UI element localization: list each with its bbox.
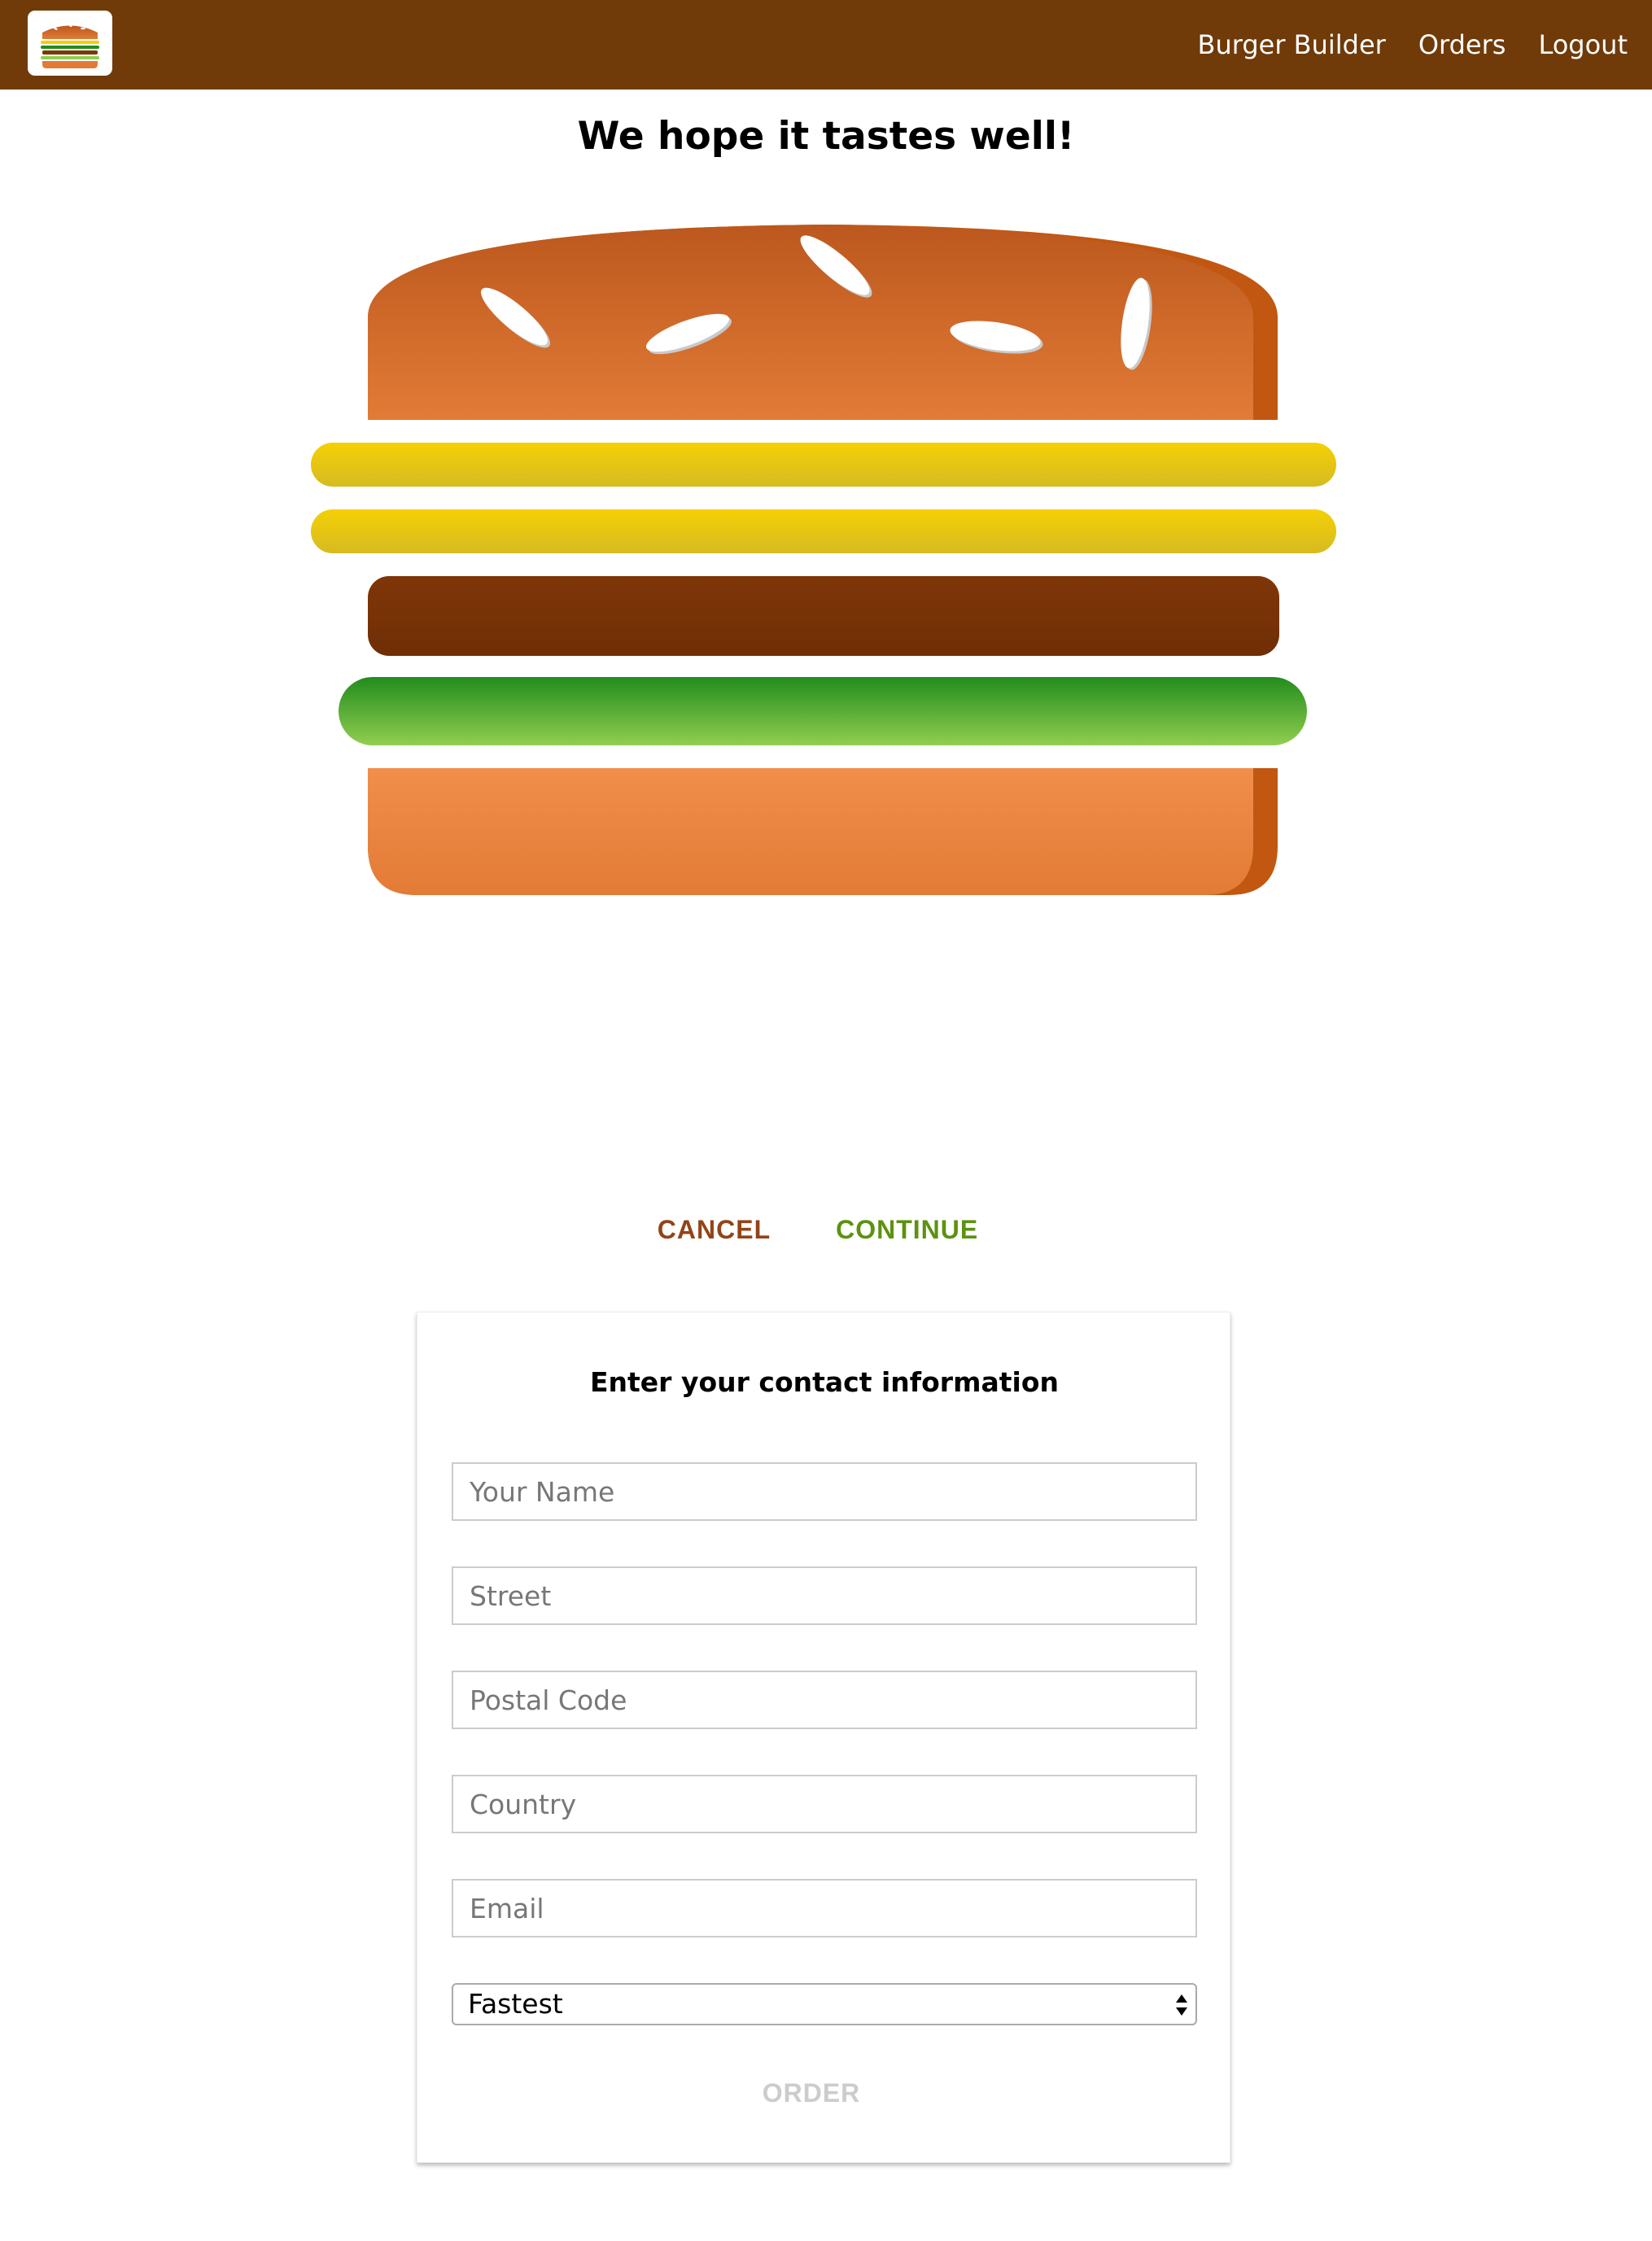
delivery-method-value: Fastest: [468, 1988, 563, 2020]
cheese-layer: [311, 443, 1336, 487]
street-input[interactable]: [452, 1566, 1197, 1625]
burger-logo-icon[interactable]: [28, 11, 112, 76]
cancel-button[interactable]: CANCEL: [658, 1208, 771, 1252]
summary-actions: CANCEL CONTINUE: [0, 1208, 1652, 1252]
checkout-heading: We hope it tastes well!: [577, 114, 1075, 159]
select-arrows-icon: [1174, 1991, 1189, 2022]
country-input[interactable]: [452, 1775, 1197, 1833]
contact-form-title: Enter your contact information: [589, 1366, 1059, 1398]
bread-top: [368, 225, 1278, 420]
nav-item-logout[interactable]: Logout: [1538, 29, 1628, 60]
main-nav: Burger Builder Orders Logout: [1165, 0, 1628, 90]
salad-layer: [339, 677, 1307, 745]
email-input[interactable]: [452, 1879, 1197, 1937]
name-input[interactable]: [452, 1462, 1197, 1521]
continue-button[interactable]: CONTINUE: [836, 1208, 978, 1252]
postal-code-input[interactable]: [452, 1671, 1197, 1729]
nav-item-orders[interactable]: Orders: [1418, 29, 1506, 60]
toolbar: Burger Builder Orders Logout: [0, 0, 1652, 90]
burger-preview: [301, 220, 1359, 903]
cheese-layer: [311, 509, 1336, 553]
nav-item-burger-builder[interactable]: Burger Builder: [1198, 29, 1386, 60]
order-button[interactable]: ORDER: [417, 2077, 1205, 2109]
meat-layer: [368, 576, 1279, 656]
delivery-method-select[interactable]: Fastest: [452, 1983, 1197, 2025]
bread-bottom: [368, 768, 1278, 895]
contact-form-card: Enter your contact information Fastest O…: [417, 1312, 1230, 2163]
